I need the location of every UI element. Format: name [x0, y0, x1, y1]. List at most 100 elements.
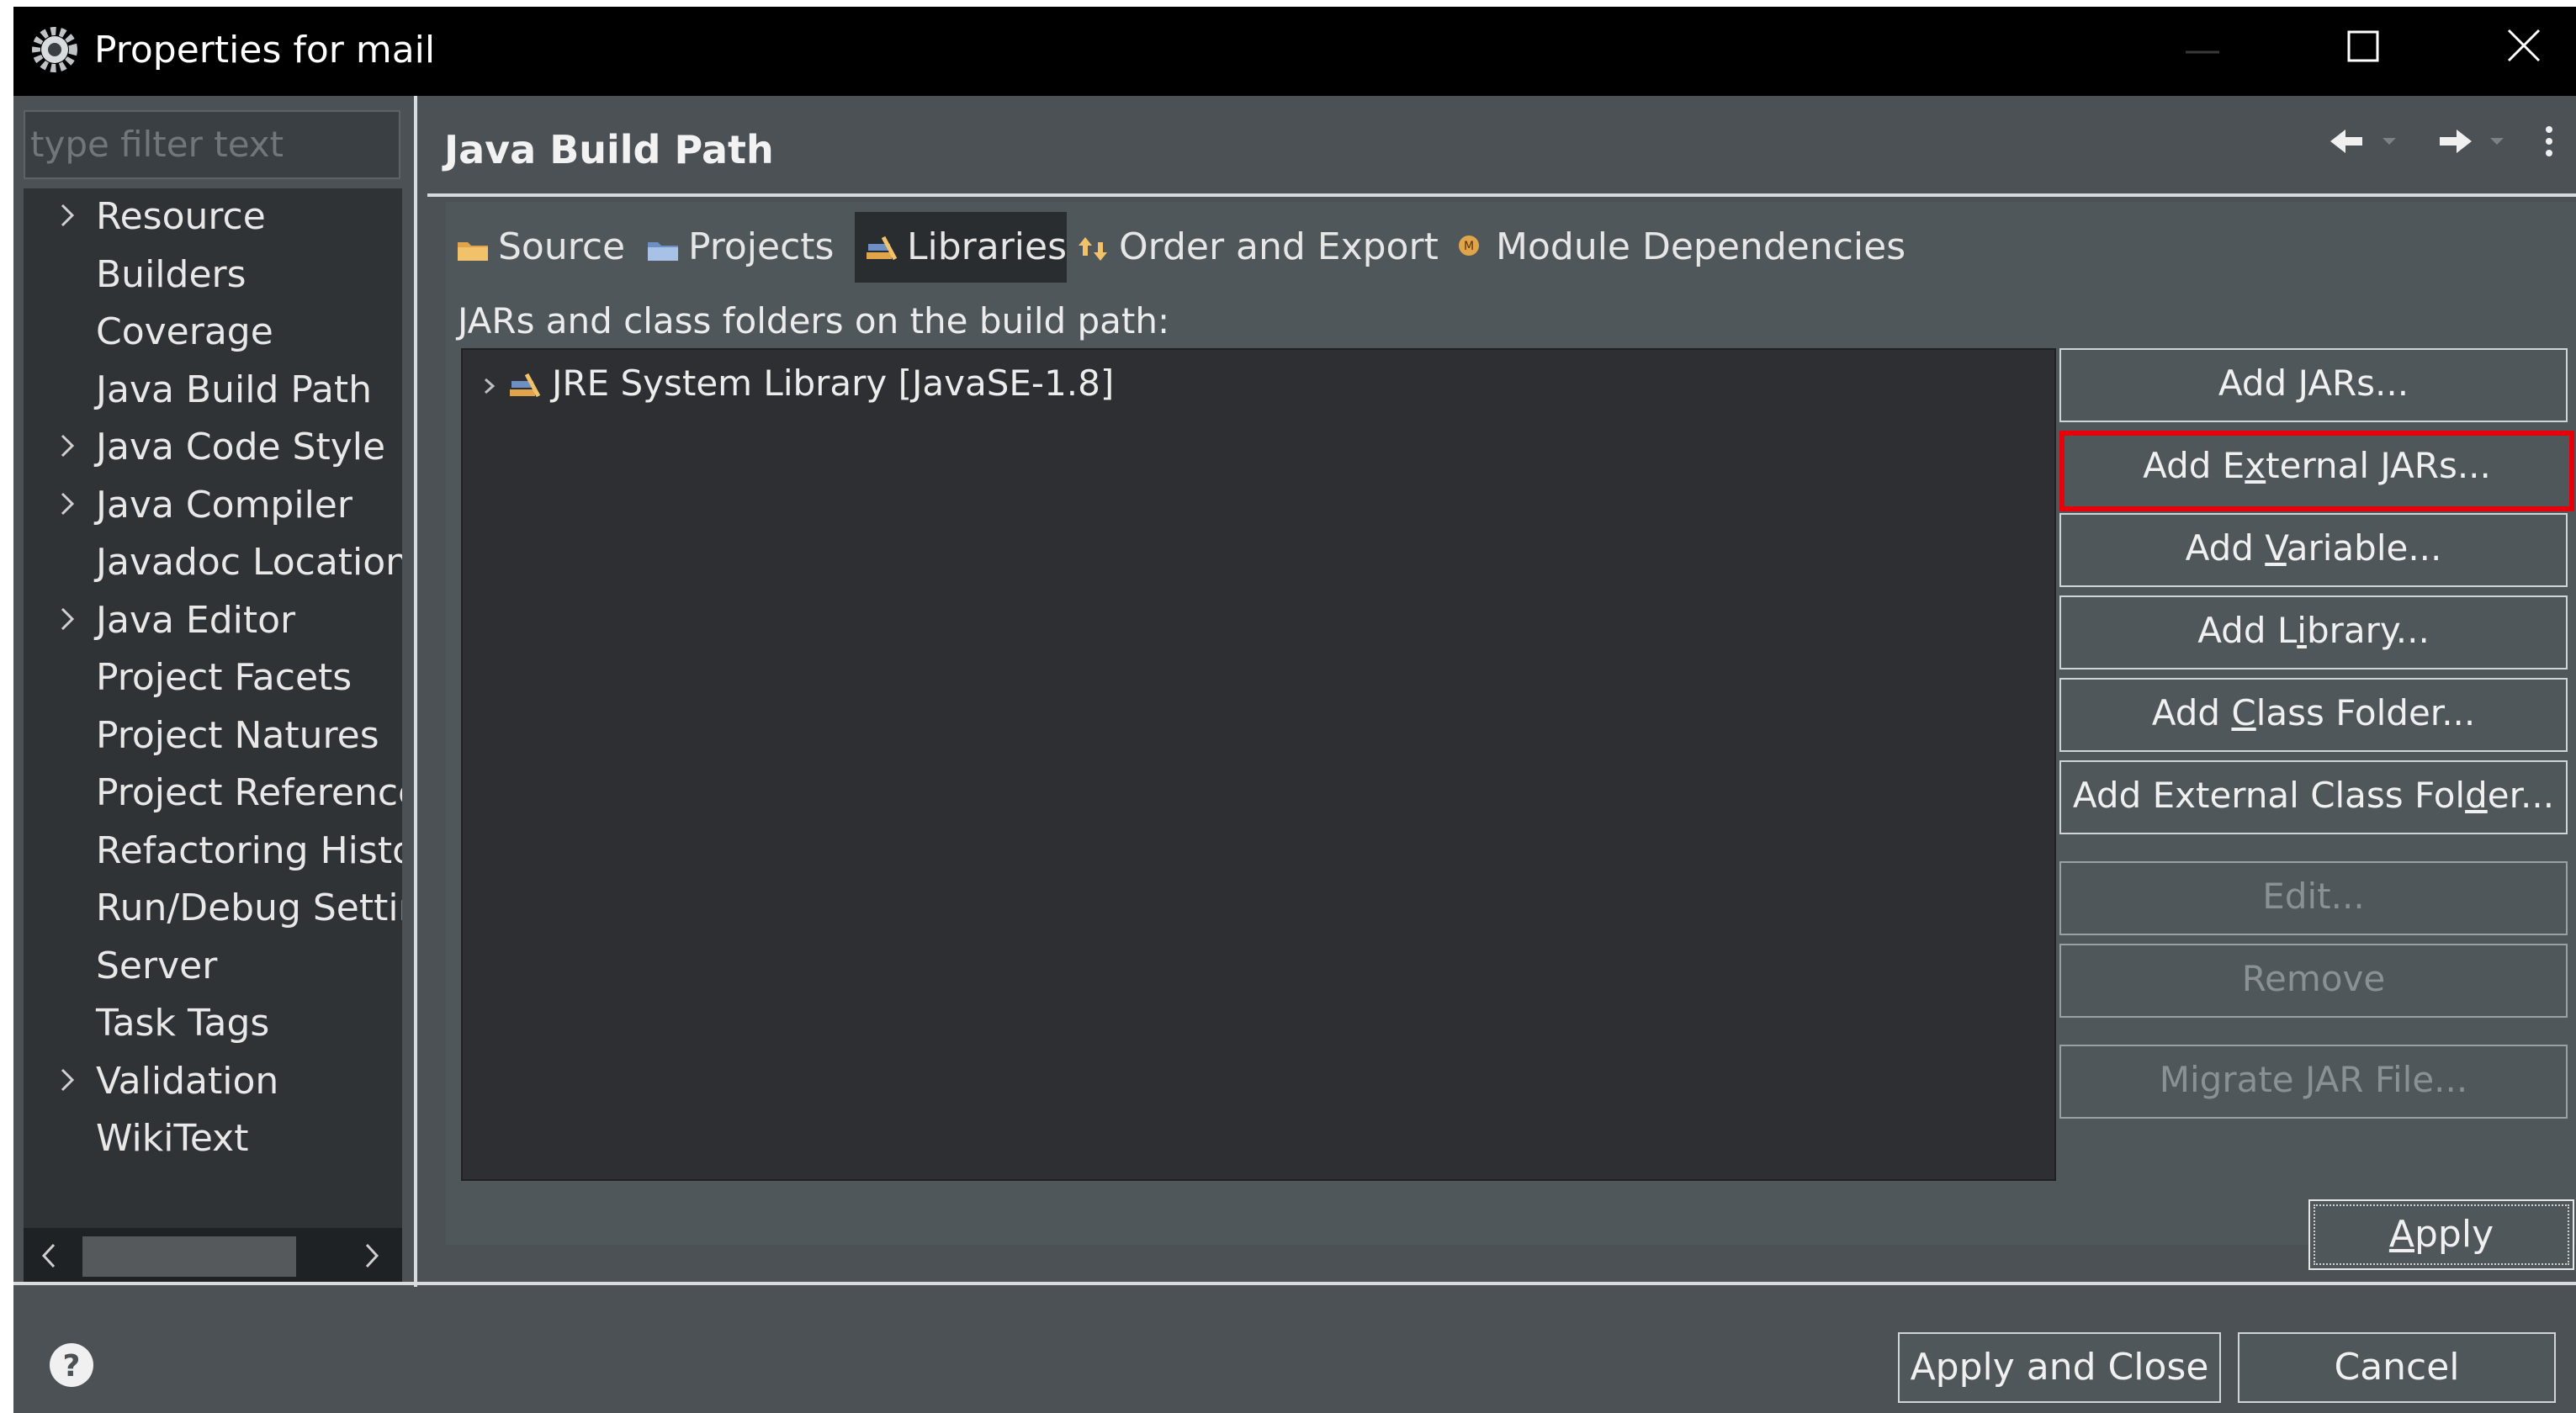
back-dropdown-icon[interactable]: [2383, 138, 2396, 145]
help-icon[interactable]: ?: [47, 1341, 96, 1389]
sidebar-item-label: Project Facets: [96, 656, 352, 699]
sidebar-item[interactable]: Javadoc Location: [24, 534, 402, 591]
tree-horizontal-scrollbar[interactable]: [24, 1228, 402, 1283]
tab-projects[interactable]: Projects: [646, 212, 834, 283]
button-label: pply: [2414, 1213, 2494, 1256]
expand-chevron-icon[interactable]: [50, 487, 84, 521]
close-icon[interactable]: [2499, 20, 2549, 71]
tab-source[interactable]: Source: [456, 212, 625, 283]
scroll-left-icon[interactable]: [35, 1241, 64, 1270]
library-list[interactable]: JRE System Library [JavaSE-1.8]: [461, 348, 2056, 1181]
sidebar-item[interactable]: Resource: [24, 188, 402, 246]
add-external-jars-button[interactable]: Add External JARs...: [2059, 431, 2574, 511]
button-label: Remove: [2241, 958, 2386, 999]
sidebar-item[interactable]: Server: [24, 938, 402, 995]
library-icon: [867, 236, 898, 261]
filter-input[interactable]: type filter text: [24, 110, 400, 179]
tab-label: Module Dependencies: [1496, 225, 1906, 268]
expand-chevron-icon[interactable]: [478, 369, 501, 403]
mnemonic: J: [2298, 363, 2308, 404]
mnemonic: V: [2265, 527, 2287, 569]
scroll-right-icon[interactable]: [357, 1241, 385, 1270]
order-export-icon: [1079, 237, 1107, 261]
sidebar-item-label: Validation: [96, 1059, 279, 1103]
button-label: ternal JARs...: [2266, 445, 2491, 486]
library-label: JRE System Library [JavaSE-1.8]: [552, 363, 1115, 404]
properties-dialog: Properties for mail type filter text Res…: [13, 7, 2576, 1413]
tab-label: Libraries: [907, 225, 1068, 268]
tab-label: Projects: [688, 225, 835, 268]
project-folder-icon: [648, 242, 678, 261]
button-label: Add: [2151, 692, 2232, 733]
property-page-tree: Resource Builders Coverage Java Build Path J…: [24, 188, 402, 1231]
sidebar-item[interactable]: Java Compiler: [24, 477, 402, 534]
maximize-icon[interactable]: [2337, 20, 2388, 71]
view-menu-icon[interactable]: [2546, 126, 2552, 156]
tab-order-and-export[interactable]: Order and Export: [1077, 212, 1439, 283]
svg-text:M: M: [1464, 240, 1474, 253]
button-label: lass Folder...: [2255, 692, 2476, 733]
footer-divider: [13, 1282, 2576, 1285]
cancel-button[interactable]: Cancel: [2238, 1332, 2556, 1403]
sidebar-item-label: Server: [96, 944, 218, 987]
add-class-folder-button[interactable]: Add Class Folder...: [2059, 678, 2568, 752]
edit-button[interactable]: Edit...: [2059, 861, 2568, 935]
button-label: brary...: [2306, 610, 2430, 651]
sidebar-item[interactable]: Project Facets: [24, 649, 402, 706]
back-arrow-icon[interactable]: [2330, 130, 2362, 153]
sidebar-item[interactable]: Builders: [24, 246, 402, 304]
sidebar-item[interactable]: Task Tags: [24, 995, 402, 1052]
sidebar-item[interactable]: WikiText: [24, 1110, 402, 1167]
button-label: Add: [2218, 363, 2298, 404]
sidebar-item[interactable]: Project References: [24, 765, 402, 822]
expand-chevron-icon[interactable]: [50, 1063, 84, 1097]
tab-libraries[interactable]: Libraries: [855, 212, 1067, 283]
sidebar-item-label: Java Build Path: [96, 368, 373, 411]
sidebar-item[interactable]: Run/Debug Settings: [24, 880, 402, 937]
button-label: ariable...: [2286, 527, 2442, 569]
migrate-jar-file-button[interactable]: Migrate JAR File...: [2059, 1045, 2568, 1119]
minimize-icon[interactable]: [2177, 32, 2228, 66]
pane-divider[interactable]: [414, 96, 417, 1287]
jre-library-icon: [510, 373, 541, 397]
sidebar-item[interactable]: Validation: [24, 1053, 402, 1110]
sidebar-item-label: Coverage: [96, 310, 273, 353]
forward-dropdown-icon[interactable]: [2490, 138, 2504, 145]
button-label: Edit...: [2262, 876, 2365, 917]
mnemonic: d: [2465, 775, 2488, 816]
button-label: Add E: [2143, 445, 2245, 486]
add-variable-button[interactable]: Add Variable...: [2059, 513, 2568, 587]
button-label: Add: [2185, 527, 2266, 569]
page-title: Java Build Path: [444, 127, 774, 172]
svg-text:?: ?: [63, 1349, 81, 1384]
button-label: ARs...: [2308, 363, 2409, 404]
sidebar-item-label: Project References: [96, 771, 402, 814]
remove-button[interactable]: Remove: [2059, 944, 2568, 1018]
mnemonic: i: [2297, 610, 2307, 651]
expand-chevron-icon[interactable]: [50, 602, 84, 636]
add-external-class-folder-button[interactable]: Add External Class Folder...: [2059, 760, 2568, 834]
tab-module-dependencies[interactable]: M Module Dependencies: [1454, 212, 1905, 283]
sidebar-item-label: WikiText: [96, 1117, 249, 1160]
sidebar-item[interactable]: Coverage: [24, 304, 402, 361]
mnemonic: x: [2245, 445, 2266, 486]
forward-arrow-icon[interactable]: [2440, 130, 2472, 153]
expand-chevron-icon[interactable]: [50, 429, 84, 463]
sidebar-item-label: Java Compiler: [96, 483, 352, 527]
sidebar-item[interactable]: Refactoring History: [24, 823, 402, 880]
scrollbar-thumb[interactable]: [82, 1236, 296, 1277]
sidebar-item[interactable]: Java Build Path: [24, 362, 402, 419]
apply-button[interactable]: Apply: [2308, 1199, 2574, 1270]
sidebar-item-label: Run/Debug Settings: [96, 886, 402, 929]
sidebar-item-label: Task Tags: [96, 1002, 270, 1045]
sidebar-item[interactable]: Java Code Style: [24, 419, 402, 476]
sidebar-item-label: Project Natures: [96, 713, 379, 757]
sidebar-item[interactable]: Project Natures: [24, 707, 402, 765]
button-label: Add L: [2197, 610, 2298, 651]
add-library-button[interactable]: Add Library...: [2059, 595, 2568, 669]
apply-and-close-button[interactable]: Apply and Close: [1898, 1332, 2221, 1403]
sidebar-item[interactable]: Java Editor: [24, 592, 402, 649]
list-item[interactable]: JRE System Library [JavaSE-1.8]: [478, 358, 1114, 409]
expand-chevron-icon[interactable]: [50, 198, 84, 232]
add-jars-button[interactable]: Add JARs...: [2059, 348, 2568, 422]
